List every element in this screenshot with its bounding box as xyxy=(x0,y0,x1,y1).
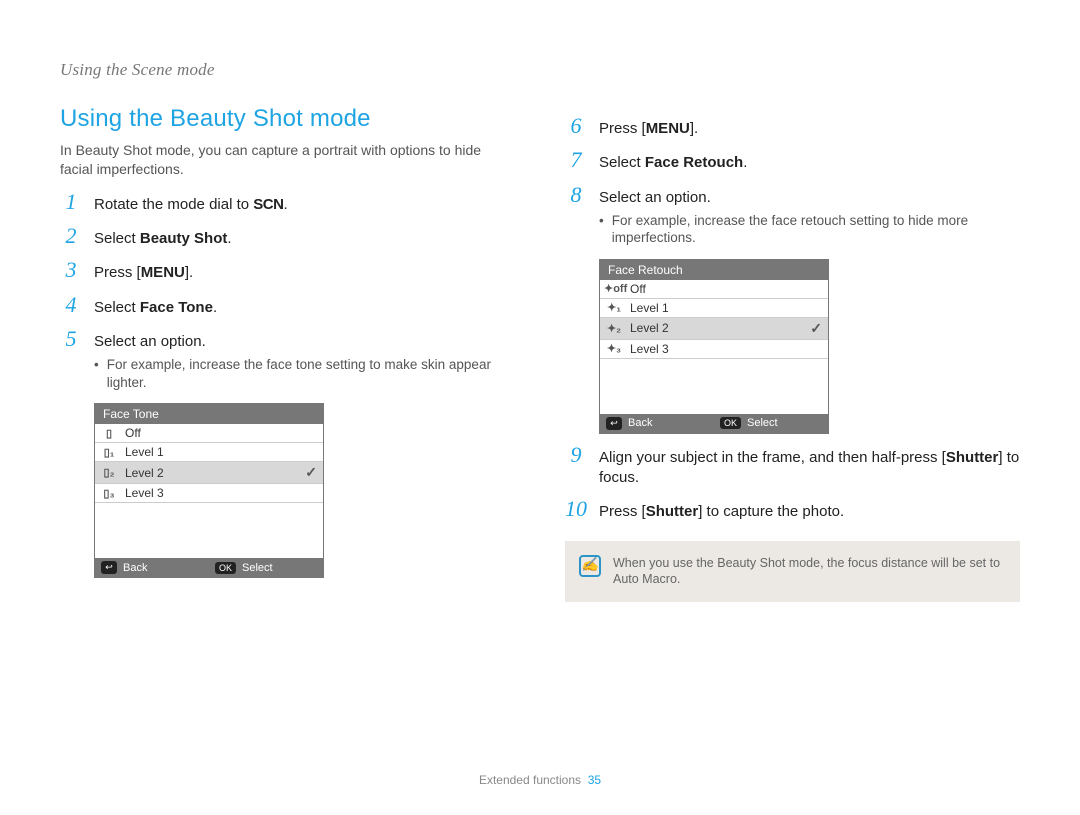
menu-row-level3: ▯₃ Level 3 xyxy=(95,484,323,503)
step-text: Select an option. xyxy=(94,332,515,352)
retouch-3-icon: ✦₃ xyxy=(604,342,624,355)
menu-row-level1: ✦₁ Level 1 xyxy=(600,299,828,318)
level-2-icon: ▯₂ xyxy=(99,466,119,479)
step-8: 8 Select an option. xyxy=(565,184,1020,208)
step-4: 4 Select Face Tone. xyxy=(60,294,515,318)
note-text: When you use the Beauty Shot mode, the f… xyxy=(613,555,1006,589)
menu-empty-area xyxy=(600,359,828,414)
step-6: 6 Press [MENU]. xyxy=(565,115,1020,139)
step-number: 6 xyxy=(565,115,587,137)
step-8-bullet: • For example, increase the face retouch… xyxy=(599,212,1020,247)
step-number: 10 xyxy=(565,498,587,520)
step-10: 10 Press [Shutter] to capture the photo. xyxy=(565,498,1020,522)
ok-icon: OK xyxy=(215,562,236,574)
step-number: 1 xyxy=(60,191,82,213)
step-text: Press [MENU]. xyxy=(599,119,1020,139)
bullet-dot-icon: • xyxy=(94,356,99,391)
menu-footer: ↩ Back OK Select xyxy=(95,558,323,577)
retouch-1-icon: ✦₁ xyxy=(604,301,624,314)
section-title: Using the Beauty Shot mode xyxy=(60,105,515,133)
back-icon: ↩ xyxy=(101,561,117,574)
step-text: Press [MENU]. xyxy=(94,263,515,283)
level-1-icon: ▯₁ xyxy=(99,446,119,459)
note-box: ✍ When you use the Beauty Shot mode, the… xyxy=(565,541,1020,603)
menu-row-level1: ▯₁ Level 1 xyxy=(95,443,323,462)
menu-title: Face Retouch xyxy=(600,260,828,280)
step-5: 5 Select an option. xyxy=(60,328,515,352)
step-number: 3 xyxy=(60,259,82,281)
step-number: 5 xyxy=(60,328,82,350)
face-tone-menu: Face Tone ▯ Off ▯₁ Level 1 ▯₂ Level 2 ✓ xyxy=(94,403,324,578)
step-3: 3 Press [MENU]. xyxy=(60,259,515,283)
left-column: Using the Beauty Shot mode In Beauty Sho… xyxy=(60,105,515,602)
step-text: Select an option. xyxy=(599,188,1020,208)
face-retouch-menu: Face Retouch ✦off Off ✦₁ Level 1 ✦₂ Leve… xyxy=(599,259,829,434)
page-header: Using the Scene mode xyxy=(60,60,1020,80)
step-9: 9 Align your subject in the frame, and t… xyxy=(565,444,1020,489)
check-icon: ✓ xyxy=(810,320,822,337)
step-number: 8 xyxy=(565,184,587,206)
step-7: 7 Select Face Retouch. xyxy=(565,149,1020,173)
step-1: 1 Rotate the mode dial to SCN. xyxy=(60,191,515,215)
menu-row-level2: ✦₂ Level 2 ✓ xyxy=(600,318,828,340)
back-icon: ↩ xyxy=(606,417,622,430)
step-number: 9 xyxy=(565,444,587,466)
section-intro: In Beauty Shot mode, you can capture a p… xyxy=(60,141,515,179)
step-number: 4 xyxy=(60,294,82,316)
menu-row-off: ✦off Off xyxy=(600,280,828,299)
menu-row-off: ▯ Off xyxy=(95,424,323,443)
check-icon: ✓ xyxy=(305,464,317,481)
step-text: Press [Shutter] to capture the photo. xyxy=(599,502,1020,522)
step-text: Select Face Tone. xyxy=(94,298,515,318)
step-number: 7 xyxy=(565,149,587,171)
scn-icon: SCN xyxy=(253,196,283,213)
level-3-icon: ▯₃ xyxy=(99,487,119,500)
step-text: Align your subject in the frame, and the… xyxy=(599,448,1020,489)
ok-icon: OK xyxy=(720,417,741,429)
step-text: Select Face Retouch. xyxy=(599,153,1020,173)
step-text: Select Beauty Shot. xyxy=(94,229,515,249)
retouch-2-icon: ✦₂ xyxy=(604,322,624,335)
step-number: 2 xyxy=(60,225,82,247)
menu-row-level2: ▯₂ Level 2 ✓ xyxy=(95,462,323,484)
step-text: Rotate the mode dial to SCN. xyxy=(94,195,515,215)
menu-title: Face Tone xyxy=(95,404,323,424)
level-off-icon: ▯ xyxy=(99,427,119,440)
step-5-bullet: • For example, increase the face tone se… xyxy=(94,356,515,391)
page-footer: Extended functions 35 xyxy=(0,773,1080,787)
step-2: 2 Select Beauty Shot. xyxy=(60,225,515,249)
right-column: 6 Press [MENU]. 7 Select Face Retouch. 8… xyxy=(565,105,1020,602)
retouch-off-icon: ✦off xyxy=(604,282,624,295)
menu-row-level3: ✦₃ Level 3 xyxy=(600,340,828,359)
menu-footer: ↩ Back OK Select xyxy=(600,414,828,433)
bullet-dot-icon: • xyxy=(599,212,604,247)
note-icon: ✍ xyxy=(579,555,601,577)
menu-empty-area xyxy=(95,503,323,558)
